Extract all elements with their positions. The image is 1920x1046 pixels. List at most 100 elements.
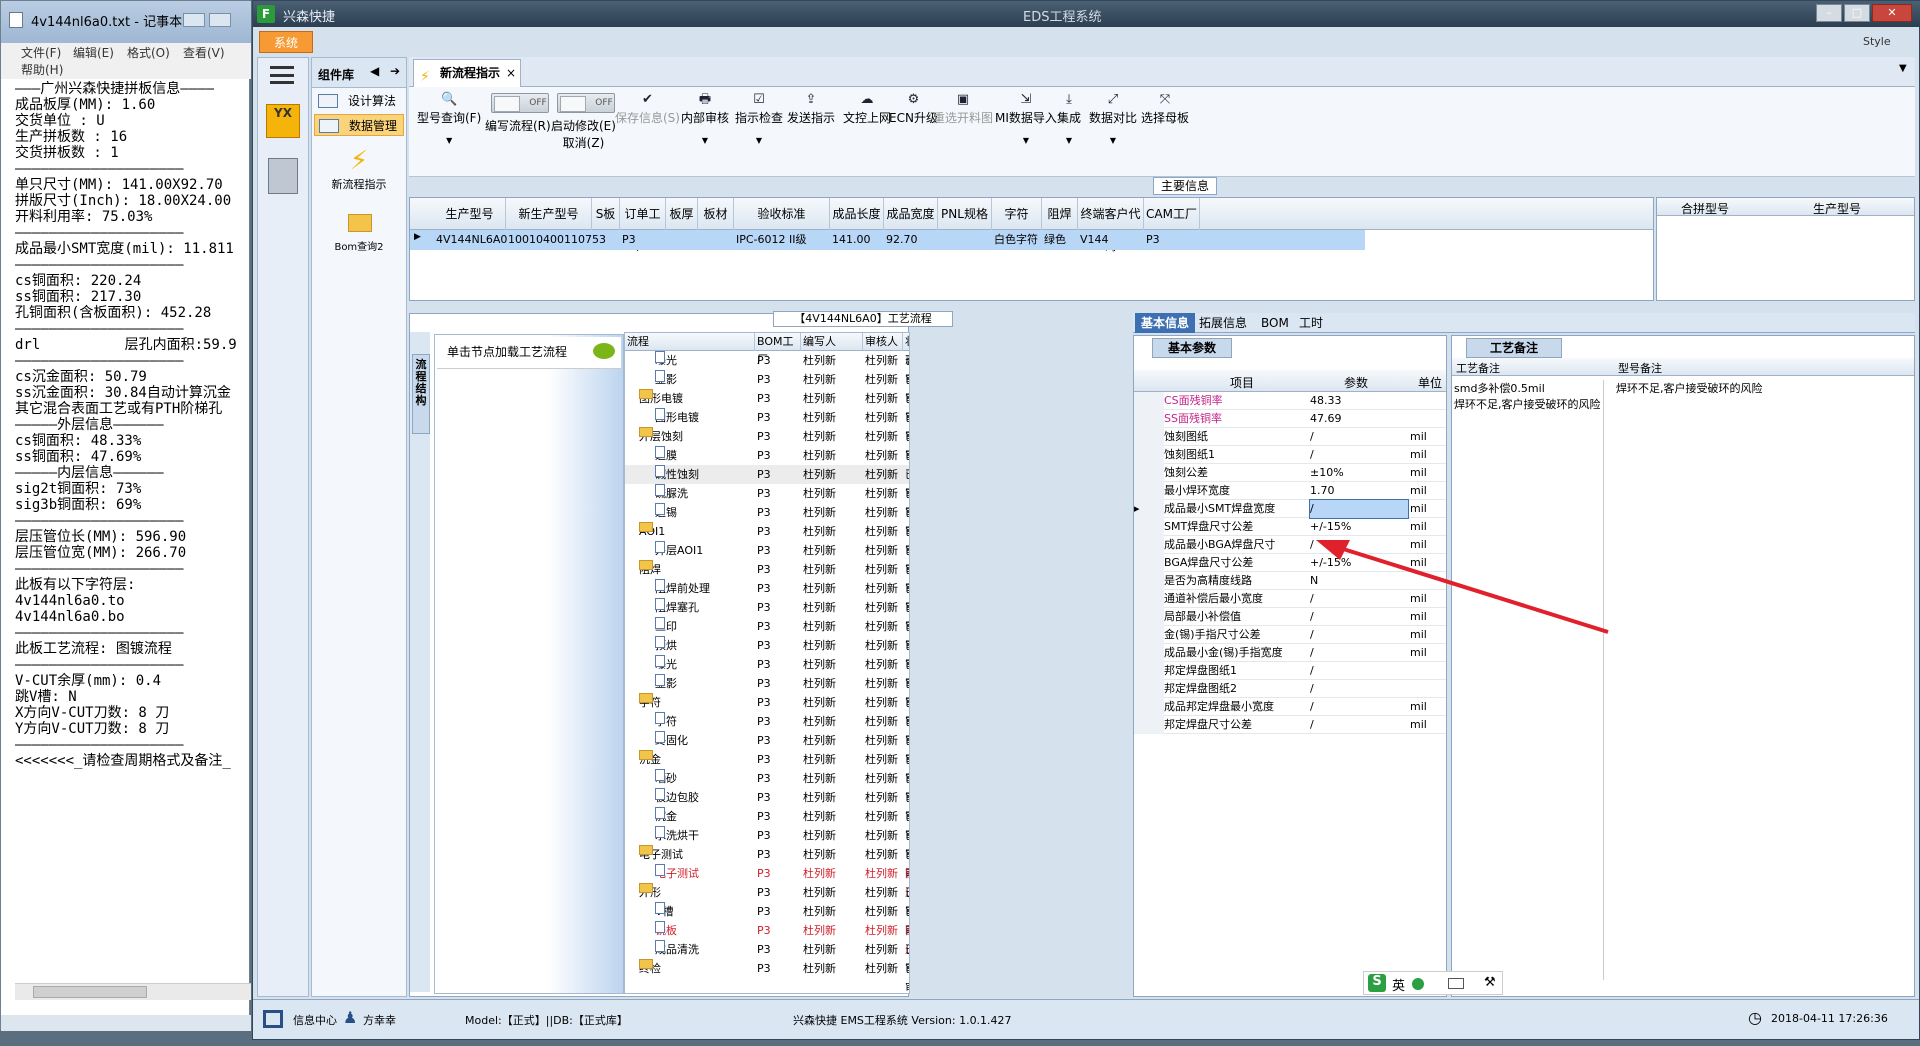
menu-format[interactable]: 格式(O): [127, 44, 170, 61]
info-center-link[interactable]: 信息中心: [293, 1012, 337, 1028]
tree-row[interactable]: 丝印P3杜列新杜列新已审: [625, 617, 909, 652]
tree-col-header[interactable]: 审核人: [863, 333, 903, 351]
param-row[interactable]: 通道补偿后最小宽度 / mil: [1134, 590, 1446, 608]
top-cell[interactable]: 绿色: [1042, 230, 1078, 250]
param-row[interactable]: 金(锡)手指尺寸公差 / mil: [1134, 626, 1446, 644]
tab-detail-2[interactable]: BOM: [1255, 313, 1295, 333]
toolbar-button-1[interactable]: OFF 编写流程(R): [485, 93, 551, 134]
toolbar-button-13[interactable]: ⤧ 选择母板: [1141, 93, 1189, 126]
tab-detail-3[interactable]: 工时: [1293, 313, 1329, 333]
param-value[interactable]: 48.33: [1310, 392, 1408, 410]
tree-row[interactable]: V槽P3杜列新杜列新已审: [625, 902, 909, 937]
top-col-header[interactable]: 阻焊: [1042, 198, 1078, 230]
top-cell[interactable]: V144: [1078, 230, 1144, 250]
tree-row[interactable]: 曝光P3杜列新杜列新已审: [625, 351, 909, 386]
top-cell[interactable]: 92.70: [884, 230, 938, 250]
top-col-header[interactable]: 验收标准: [734, 198, 830, 230]
top-col-header[interactable]: S板: [592, 198, 620, 230]
tree-row[interactable]: −外层蚀刻P3杜列新杜列新已审: [625, 427, 909, 462]
param-row[interactable]: 蚀刻图纸1 /mil: [1134, 446, 1446, 464]
param-value[interactable]: N: [1310, 572, 1408, 590]
style-label[interactable]: Style: [1863, 35, 1891, 48]
param-value[interactable]: /: [1309, 499, 1409, 519]
tree-row[interactable]: 硫脲洗P3杜列新杜列新已审: [625, 484, 909, 519]
toolbar-button-5[interactable]: ☑ 指示检查 ▼: [735, 93, 783, 146]
param-row[interactable]: SMT焊盘尺寸公差 +/-15% mil: [1134, 518, 1446, 536]
chevron-down-icon[interactable]: ▼: [735, 136, 783, 145]
top-cell[interactable]: 141.00: [830, 230, 884, 250]
top-col-header[interactable]: 字符: [992, 198, 1042, 230]
top-cell[interactable]: 10010400110753: [506, 230, 606, 250]
param-value[interactable]: ±10%: [1310, 464, 1408, 482]
tree-row[interactable]: 铣板P3杜列新杜列新回退: [625, 921, 909, 956]
process-remark-text[interactable]: smd多补偿0.5mil 焊环不足,客户接受破环的风险: [1454, 380, 1604, 980]
param-row[interactable]: BGA焊盘尺寸公差 +/-15% mil: [1134, 554, 1446, 572]
complib-item-data-mgmt[interactable]: 数据管理: [314, 114, 404, 136]
complib-big-bom-query[interactable]: Bom查询2: [312, 208, 406, 264]
notepad-horizontal-scrollbar[interactable]: [15, 983, 251, 1000]
tree-row[interactable]: 碱性蚀刻P3杜列新杜列新已审: [625, 465, 909, 500]
top-col-header[interactable]: 板材: [698, 198, 734, 230]
top-col-header[interactable]: 终端客户代码: [1078, 198, 1144, 253]
col-prod-model[interactable]: 生产型号: [1813, 200, 1861, 217]
top-col-header[interactable]: PNL规格: [938, 198, 992, 230]
param-value[interactable]: /: [1310, 428, 1408, 446]
toolbar-button-8[interactable]: ⚙ ECN升级: [889, 93, 938, 126]
notepad-text-area[interactable]: ———广州兴森快捷拼板信息———— 成品板厚(MM): 1.60 交货单位 : U生…: [15, 81, 251, 981]
toolbar-button-11[interactable]: ⤓ 集成 ▼: [1057, 93, 1081, 146]
chevron-down-icon[interactable]: ▼: [1089, 136, 1137, 145]
param-value[interactable]: 47.69: [1310, 410, 1408, 428]
param-value[interactable]: /: [1310, 626, 1408, 644]
top-col-header[interactable]: 生产型号: [434, 198, 506, 230]
param-value[interactable]: /: [1310, 662, 1408, 680]
remarks-tab[interactable]: 工艺备注: [1466, 338, 1562, 358]
top-col-header[interactable]: 新生产型号: [506, 198, 592, 230]
tree-row[interactable]: 退锡P3杜列新杜列新已审: [625, 503, 909, 538]
tab-close-icon[interactable]: ×: [506, 60, 516, 86]
param-value[interactable]: 1.70: [1310, 482, 1408, 500]
main-titlebar[interactable]: F 兴森快捷 EDS工程系统 Style – □ ✕: [253, 1, 1920, 48]
close-button[interactable]: ✕: [1872, 4, 1912, 22]
ime-status-icon[interactable]: [1412, 978, 1424, 990]
ime-lang[interactable]: 英: [1392, 975, 1405, 994]
notepad-titlebar[interactable]: 4v144nl6a0.txt - 记事本: [1, 1, 251, 43]
keyboard-icon[interactable]: [1448, 978, 1464, 989]
tree-row[interactable]: −图形电镀P3杜列新杜列新已审: [625, 389, 909, 424]
chevron-down-icon[interactable]: ▼: [1057, 136, 1081, 145]
system-menu-tab[interactable]: 系统: [259, 31, 313, 53]
param-row[interactable]: 成品最小金(锡)手指宽度 / mil: [1134, 644, 1446, 662]
param-row[interactable]: 是否为高精度线路 N: [1134, 572, 1446, 590]
col-item[interactable]: 项目: [1230, 374, 1254, 391]
menu-view[interactable]: 查看(V): [183, 44, 225, 61]
tree-row[interactable]: 晒砂P3杜列新杜列新已审: [625, 769, 909, 804]
tree-row[interactable]: −沉金P3杜列新杜列新已审: [625, 750, 909, 785]
param-row[interactable]: 成品邦定焊盘最小宽度 / mil: [1134, 698, 1446, 716]
top-col-header[interactable]: 订单工厂: [620, 198, 666, 253]
toolbar-button-3[interactable]: ✔ 保存信息(S): [615, 93, 680, 126]
tree-row[interactable]: −电子测试P3杜列新杜列新已审: [625, 845, 909, 880]
chevron-down-icon[interactable]: ▼: [681, 136, 729, 145]
menu-edit[interactable]: 编辑(E): [73, 44, 114, 61]
tree-row[interactable]: 终固化P3杜列新杜列新已审: [625, 731, 909, 766]
top-cell[interactable]: P3: [1144, 230, 1200, 250]
top-cell[interactable]: P3: [620, 230, 666, 250]
chevron-down-icon[interactable]: ▼: [1899, 63, 1907, 74]
tree-row[interactable]: 字符P3杜列新杜列新已审: [625, 712, 909, 747]
param-value[interactable]: /: [1310, 446, 1408, 464]
tree-row[interactable]: −外形P3杜列新杜列新已审: [625, 883, 909, 918]
param-row[interactable]: 局部最小补偿值 / mil: [1134, 608, 1446, 626]
menu-help[interactable]: 帮助(H): [21, 61, 63, 78]
flow-structure-tab[interactable]: 流程结构: [412, 354, 430, 434]
complib-big-new-flow[interactable]: ⚡ 新流程指示: [312, 146, 406, 202]
tree-row[interactable]: 成品清洗P3杜列新杜列新已审: [625, 940, 909, 975]
top-cell[interactable]: IPC-6012 II级: [734, 230, 830, 250]
windows-icon[interactable]: [263, 1010, 283, 1028]
tree-row[interactable]: 曝光P3杜列新杜列新已审: [625, 655, 909, 690]
tree-row[interactable]: 电子测试P3杜列新杜列新回退: [625, 864, 909, 899]
top-cell[interactable]: 4V144NL6A0: [434, 230, 507, 250]
top-cell[interactable]: [938, 230, 992, 250]
param-value[interactable]: /: [1310, 590, 1408, 608]
tree-row[interactable]: 板边包胶P3杜列新杜列新已审: [625, 788, 909, 823]
col-unit[interactable]: 单位: [1418, 374, 1442, 391]
toggle-switch[interactable]: OFF: [491, 93, 549, 113]
